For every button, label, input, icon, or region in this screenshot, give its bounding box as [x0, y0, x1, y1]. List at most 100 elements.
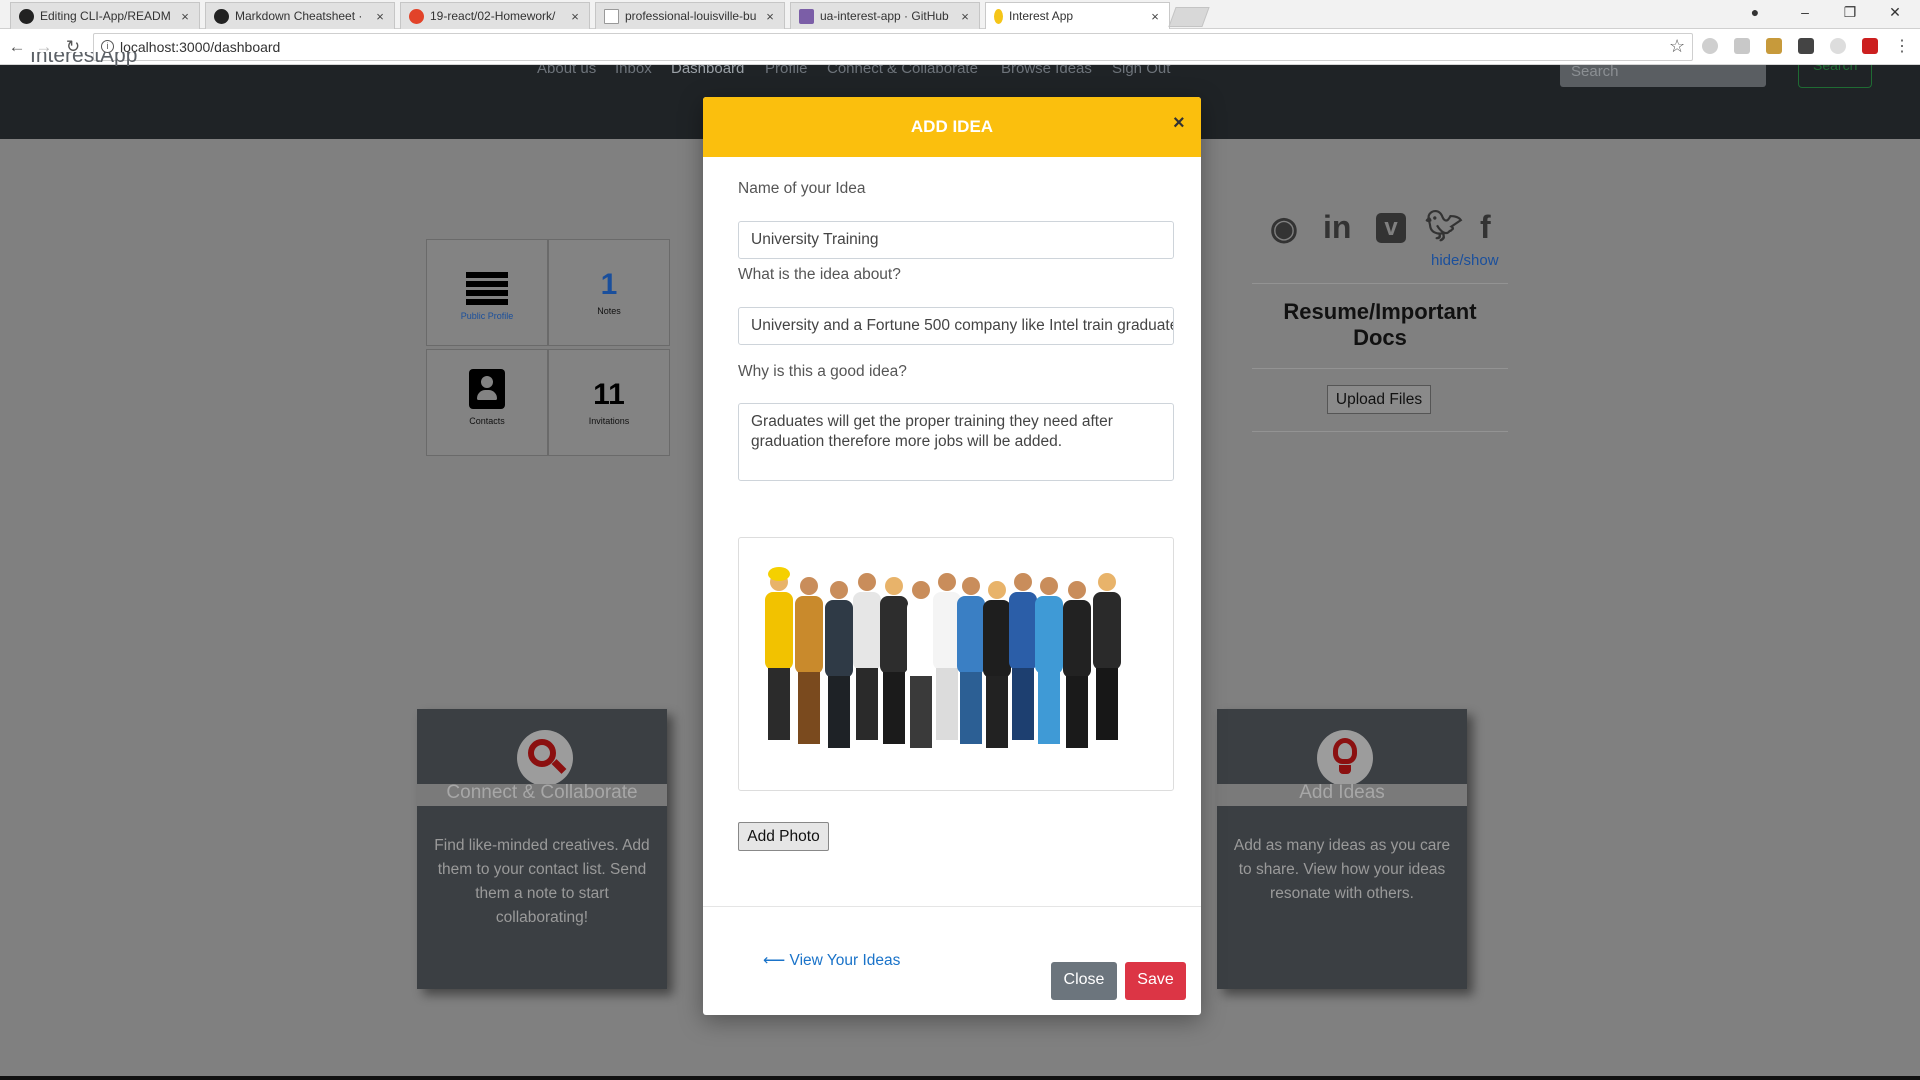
divider [1252, 431, 1508, 432]
tab-close-icon[interactable]: × [179, 9, 191, 24]
tab-label: Interest App [1009, 9, 1074, 23]
extension-icon[interactable] [1830, 38, 1846, 54]
public-profile-tile[interactable]: Public Profile [426, 239, 548, 346]
add-idea-modal: ADD IDEA × Name of your Idea University … [703, 97, 1201, 1015]
invitations-count: 11 [593, 378, 625, 411]
browser-tab[interactable]: ua-interest-app · GitHub × [790, 2, 980, 29]
hide-show-link[interactable]: hide/show [1431, 252, 1499, 269]
worker-body [1035, 596, 1063, 674]
heroku-icon [799, 8, 814, 24]
worker-head [885, 577, 903, 595]
address-bar[interactable]: i localhost:3000/dashboard ☆ [93, 33, 1693, 61]
worker-head [988, 581, 1006, 599]
url-text: localhost:3000/dashboard [120, 39, 281, 55]
browser-toolbar: ← → ↻ i localhost:3000/dashboard ☆ ⋮ [0, 29, 1920, 65]
nav-browse-ideas[interactable]: Browse Ideas [1001, 65, 1092, 77]
worker-legs [960, 672, 982, 744]
worker-head [800, 577, 818, 595]
extension-icon[interactable] [1702, 38, 1718, 54]
idea-photo [738, 537, 1174, 791]
connect-card[interactable]: Connect & Collaborate Find like-minded c… [417, 709, 667, 989]
close-window-icon[interactable]: ✕ [1880, 4, 1910, 21]
new-tab-button[interactable] [1168, 7, 1210, 27]
contacts-label: Contacts [469, 416, 505, 426]
invitations-tile[interactable]: 11 Invitations [548, 349, 670, 456]
tab-close-icon[interactable]: × [569, 9, 581, 24]
nav-connect[interactable]: Connect & Collaborate [827, 65, 978, 77]
worker-head [1040, 577, 1058, 595]
search-button[interactable]: Search [1798, 65, 1872, 88]
idea-why-textarea[interactable]: Graduates will get the proper training t… [738, 403, 1174, 481]
nav-dashboard[interactable]: Dashboard [671, 65, 744, 77]
tab-close-icon[interactable]: × [374, 9, 386, 24]
notes-tile[interactable]: 1 Notes [548, 239, 670, 346]
brand-logo[interactable]: InterestApp [30, 52, 137, 66]
view-your-ideas-link[interactable]: ⟵ View Your Ideas [763, 951, 900, 970]
browser-tab[interactable]: Markdown Cheatsheet · × [205, 2, 395, 29]
add-ideas-card[interactable]: Add Ideas Add as many ideas as you care … [1217, 709, 1467, 989]
card-title: Add Ideas [1299, 782, 1385, 803]
tab-close-icon[interactable]: × [1149, 9, 1161, 24]
save-button[interactable]: Save [1125, 962, 1186, 1000]
search-input[interactable]: Search [1560, 63, 1766, 87]
bookmark-star-icon[interactable]: ☆ [1669, 36, 1685, 57]
github-icon[interactable]: ◉ [1270, 209, 1298, 247]
worker-legs [828, 676, 850, 748]
worker-body [825, 600, 853, 678]
modal-close-icon[interactable]: × [1173, 112, 1185, 135]
idea-name-input[interactable]: University Training [738, 221, 1174, 259]
address-book-icon [469, 369, 505, 409]
extension-icon[interactable] [1798, 38, 1814, 54]
menu-icon[interactable]: ⋮ [1894, 36, 1910, 56]
worker-head [1014, 573, 1032, 591]
browser-tab[interactable]: professional-louisville-bu × [595, 2, 785, 29]
restore-icon[interactable]: ❐ [1835, 4, 1865, 21]
extension-icon[interactable] [1766, 38, 1782, 54]
browser-tab-active[interactable]: Interest App × [985, 2, 1170, 29]
browser-tab[interactable]: Editing CLI-App/READM × [10, 2, 200, 29]
gitlab-icon [409, 8, 424, 24]
minimize-icon[interactable]: – [1790, 4, 1820, 20]
tab-close-icon[interactable]: × [959, 9, 971, 24]
idea-why-label: Why is this a good idea? [738, 363, 907, 380]
worker-legs [1066, 676, 1088, 748]
close-button[interactable]: Close [1051, 962, 1117, 1000]
extension-icon[interactable] [1862, 38, 1878, 54]
bottom-edge [0, 1076, 1920, 1080]
worker-legs [1096, 668, 1118, 740]
nav-about[interactable]: About us [537, 65, 596, 77]
worker-head [938, 573, 956, 591]
nav-profile[interactable]: Profile [765, 65, 808, 77]
upload-files-button[interactable]: Upload Files [1327, 385, 1431, 414]
tab-close-icon[interactable]: × [764, 9, 776, 24]
worker-head [830, 581, 848, 599]
twitter-icon[interactable]: 🐦︎ [1425, 209, 1463, 244]
divider [1252, 283, 1508, 284]
extension-icon[interactable] [1734, 38, 1750, 54]
search-icon [517, 730, 573, 786]
nav-inbox[interactable]: Inbox [615, 65, 652, 77]
facebook-icon[interactable]: f [1480, 209, 1491, 246]
worker-head [962, 577, 980, 595]
nav-sign-out[interactable]: Sign Out [1112, 65, 1170, 77]
worker-legs [798, 672, 820, 744]
worker-body [983, 600, 1011, 678]
contacts-tile[interactable]: Contacts [426, 349, 548, 456]
worker-body [1093, 592, 1121, 670]
workers-group-photo [765, 567, 1121, 748]
card-title: Connect & Collaborate [446, 782, 638, 803]
idea-about-input[interactable]: University and a Fortune 500 company lik… [738, 307, 1174, 345]
back-icon[interactable]: ← [6, 37, 28, 57]
invitations-label: Invitations [588, 416, 630, 426]
worker-head [1068, 581, 1086, 599]
public-profile-label: Public Profile [460, 311, 514, 321]
browser-tab[interactable]: 19-react/02-Homework/ × [400, 2, 590, 29]
linkedin-icon[interactable]: in [1323, 209, 1351, 246]
profile-icon[interactable]: ● [1740, 4, 1770, 20]
worker-head [912, 581, 930, 599]
notes-label: Notes [597, 306, 621, 316]
add-photo-button[interactable]: Add Photo [738, 822, 829, 851]
vimeo-icon[interactable]: v [1376, 213, 1406, 243]
worker-legs [768, 668, 790, 740]
worker-body [795, 596, 823, 674]
